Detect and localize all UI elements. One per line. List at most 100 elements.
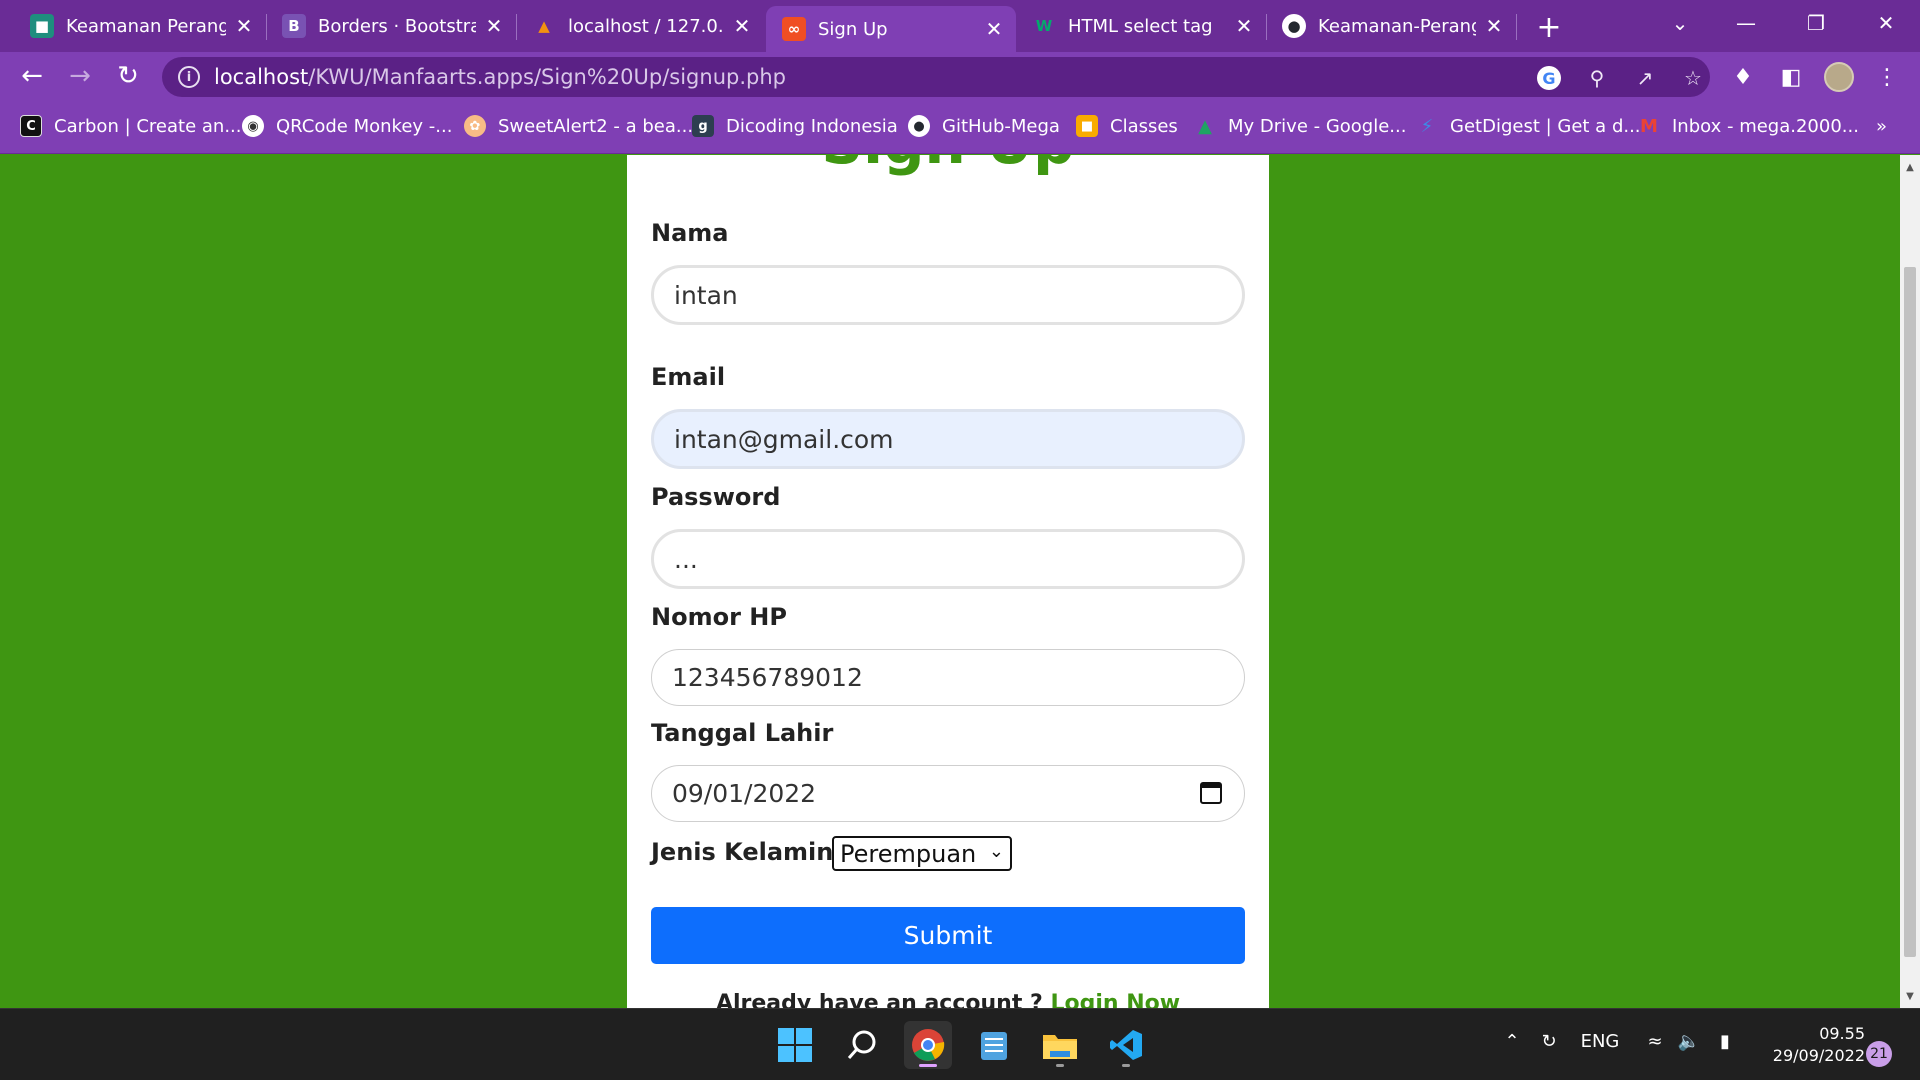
language-indicator[interactable]: ENG	[1576, 1031, 1624, 1052]
login-prompt-text: Already have an account ?	[715, 991, 1043, 1008]
forward-arrow-icon[interactable]: →	[62, 58, 98, 94]
system-clock[interactable]: 09.55 29/09/2022	[1755, 1023, 1865, 1067]
nama-input[interactable]: intan	[651, 265, 1245, 325]
email-label: Email	[651, 363, 726, 391]
date-value: 09/01/2022	[672, 779, 817, 808]
window-close-button[interactable]: ✕	[1858, 6, 1914, 40]
active-app-indicator	[919, 1064, 937, 1067]
notification-badge[interactable]: 21	[1866, 1041, 1892, 1067]
tanggal-lahir-input[interactable]: 09/01/2022	[651, 765, 1245, 822]
restore-button[interactable]: ❐	[1788, 6, 1844, 40]
classroom-icon: ■	[30, 14, 54, 38]
browser-toolbar: ← → ↻ i localhost/KWU/Manfaarts.apps/Sig…	[0, 52, 1920, 100]
getdigest-icon: ⚡	[1420, 115, 1434, 137]
google-lens-icon[interactable]: G	[1536, 65, 1562, 91]
password-label: Password	[651, 483, 781, 511]
notepad-icon[interactable]	[970, 1021, 1018, 1069]
login-now-link[interactable]: Login Now	[1050, 991, 1180, 1008]
nama-label: Nama	[651, 219, 729, 247]
close-icon[interactable]: ✕	[232, 14, 256, 38]
file-explorer-icon[interactable]	[1036, 1021, 1084, 1069]
tanggal-lahir-label: Tanggal Lahir	[651, 719, 834, 747]
windows-start-icon[interactable]	[771, 1021, 819, 1069]
back-arrow-icon[interactable]: ←	[14, 58, 50, 94]
nomor-hp-input[interactable]: 123456789012	[651, 649, 1245, 706]
tab-title: localhost / 127.0.0.1	[568, 15, 724, 37]
bookmark-getdigest[interactable]: ⚡ GetDigest | Get a d...	[1416, 112, 1641, 140]
calendar-icon[interactable]	[1200, 782, 1222, 804]
tab-title: Sign Up	[818, 18, 888, 40]
gmail-icon: M	[1640, 115, 1658, 137]
bookmark-google-drive[interactable]: ▲ My Drive - Google...	[1194, 112, 1406, 140]
battery-icon[interactable]: ▮	[1710, 1031, 1740, 1052]
more-menu-icon[interactable]: ⋮	[1872, 62, 1902, 92]
site-info-icon[interactable]: i	[178, 66, 200, 88]
scrollbar-thumb[interactable]	[1904, 267, 1916, 957]
vscode-icon[interactable]	[1102, 1021, 1150, 1069]
volume-icon[interactable]: 🔈	[1674, 1031, 1704, 1052]
bookmark-carbon[interactable]: C Carbon | Create an...	[20, 112, 242, 140]
tab-title: HTML select tag	[1068, 15, 1213, 37]
key-icon[interactable]: ⚲	[1584, 65, 1610, 91]
tab-sign-up[interactable]: ∞ Sign Up ✕	[766, 6, 1016, 52]
bookmark-github-mega[interactable]: ● GitHub-Mega	[908, 112, 1060, 140]
bookmark-qrcode-monkey[interactable]: ◉ QRCode Monkey -...	[242, 112, 452, 140]
tab-phpmyadmin[interactable]: ▲ localhost / 127.0.0.1 ✕	[516, 6, 764, 46]
close-icon[interactable]: ✕	[982, 17, 1006, 41]
signup-card: Sign Up Nama intan Email intan@gmail.com…	[627, 155, 1269, 1008]
tray-overflow-chevron-icon[interactable]: ⌃	[1500, 1031, 1524, 1052]
page-icon: ∞	[782, 17, 806, 41]
bookmark-classes[interactable]: ■ Classes	[1076, 112, 1178, 140]
scroll-down-arrow-icon[interactable]: ▼	[1900, 986, 1920, 1006]
scroll-up-arrow-icon[interactable]: ▲	[1900, 157, 1920, 177]
carbon-icon: C	[20, 115, 42, 137]
tab-github-keamanan[interactable]: ● Keamanan-Perangk ✕	[1266, 6, 1516, 46]
chrome-icon[interactable]	[904, 1021, 952, 1069]
page-viewport: Sign Up Nama intan Email intan@gmail.com…	[0, 155, 1900, 1008]
url-path: /KWU/Manfaarts.apps/Sign%20Up/signup.php	[308, 65, 786, 89]
extensions-puzzle-icon[interactable]: ♦	[1728, 62, 1758, 92]
share-icon[interactable]: ↗	[1632, 65, 1658, 91]
tab-bootstrap-borders[interactable]: B Borders · Bootstrap ✕	[266, 6, 516, 46]
bookmark-label: My Drive - Google...	[1228, 115, 1407, 137]
sync-icon[interactable]: ↻	[1534, 1031, 1564, 1052]
minimize-button[interactable]: —	[1718, 6, 1774, 40]
new-tab-button[interactable]: +	[1532, 10, 1566, 45]
password-input[interactable]: ...	[651, 529, 1245, 589]
classroom-icon: ■	[1076, 115, 1098, 137]
w3schools-icon: W	[1035, 17, 1053, 35]
login-prompt: Already have an account ? Login Now	[627, 991, 1269, 1008]
selected-option: Perempuan	[840, 839, 977, 868]
tab-search-chevron-icon[interactable]: ⌄	[1652, 6, 1708, 40]
reload-icon[interactable]: ↻	[110, 58, 146, 94]
close-icon[interactable]: ✕	[730, 14, 754, 38]
email-input[interactable]: intan@gmail.com	[651, 409, 1245, 469]
wifi-icon[interactable]: ≈	[1640, 1031, 1670, 1052]
browser-tab-bar: ■ Keamanan Perangk ✕ B Borders · Bootstr…	[0, 0, 1920, 52]
close-icon[interactable]: ✕	[1232, 14, 1256, 38]
submit-button[interactable]: Submit	[651, 907, 1245, 964]
running-app-indicator	[1122, 1064, 1130, 1067]
search-icon[interactable]	[838, 1021, 886, 1069]
avatar[interactable]	[1824, 62, 1854, 92]
jenis-kelamin-select[interactable]: Perempuan ⌄	[832, 836, 1012, 871]
address-bar[interactable]: i localhost/KWU/Manfaarts.apps/Sign%20Up…	[162, 57, 1710, 97]
bookmark-dicoding[interactable]: g Dicoding Indonesia	[692, 112, 898, 140]
close-icon[interactable]: ✕	[1482, 14, 1506, 38]
bookmarks-bar: C Carbon | Create an... ◉ QRCode Monkey …	[0, 100, 1920, 154]
bookmark-star-icon[interactable]: ☆	[1680, 65, 1706, 91]
bookmark-label: Dicoding Indonesia	[726, 115, 898, 137]
phpmyadmin-icon: ▲	[538, 17, 550, 35]
tab-html-select[interactable]: W HTML select tag ✕	[1016, 6, 1266, 46]
bookmark-sweetalert[interactable]: ✿ SweetAlert2 - a bea...	[464, 112, 693, 140]
bookmark-label: Inbox - mega.2000...	[1672, 115, 1859, 137]
tab-keamanan-perangkat[interactable]: ■ Keamanan Perangk ✕	[14, 6, 266, 46]
bookmark-gmail-inbox[interactable]: M Inbox - mega.2000...	[1638, 112, 1859, 140]
close-icon[interactable]: ✕	[482, 14, 506, 38]
side-panel-icon[interactable]: ◧	[1776, 62, 1806, 92]
page-scrollbar[interactable]: ▲ ▼	[1900, 155, 1920, 1008]
google-drive-icon: ▲	[1198, 115, 1212, 137]
more-bookmarks-button[interactable]: »	[1876, 112, 1887, 140]
tab-title: Borders · Bootstrap	[318, 15, 476, 37]
url-text: localhost/KWU/Manfaarts.apps/Sign%20Up/s…	[214, 65, 786, 89]
